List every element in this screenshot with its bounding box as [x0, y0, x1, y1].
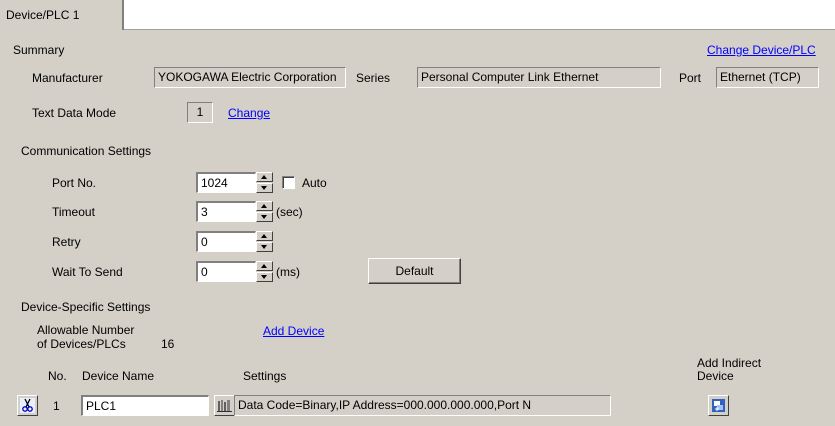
port-no-spinner[interactable]: [256, 172, 273, 193]
communication-settings-heading: Communication Settings: [21, 144, 152, 158]
change-link[interactable]: Change: [228, 106, 270, 120]
allowable-number-value: 16: [161, 337, 175, 351]
spinner-down-icon[interactable]: [256, 272, 273, 282]
delete-device-button[interactable]: [17, 395, 38, 416]
allowable-number-label-line2: of Devices/PLCs: [37, 337, 126, 351]
settings-panel: Summary Change Device/PLC Manufacturer Y…: [0, 30, 835, 426]
timeout-label: Timeout: [52, 205, 95, 219]
spinner-up-icon[interactable]: [256, 261, 273, 271]
manufacturer-label: Manufacturer: [32, 71, 103, 85]
spinner-up-icon[interactable]: [256, 231, 273, 241]
manufacturer-field: YOKOGAWA Electric Corporation: [154, 67, 346, 88]
device-specific-heading: Device-Specific Settings: [21, 300, 151, 314]
auto-label: Auto: [302, 176, 327, 190]
timeout-unit: (sec): [276, 205, 303, 219]
tab-device-plc-1[interactable]: Device/PLC 1: [0, 0, 124, 30]
default-button[interactable]: Default: [368, 258, 461, 284]
port-no-label: Port No.: [52, 176, 97, 190]
add-device-link[interactable]: Add Device: [263, 324, 324, 338]
device-name-input[interactable]: PLC1: [81, 395, 209, 416]
settings-button[interactable]: [214, 395, 235, 416]
wait-to-send-unit: (ms): [276, 265, 300, 279]
column-device-name: Device Name: [82, 369, 155, 383]
column-settings: Settings: [243, 369, 287, 383]
add-indirect-label-line1: Add Indirect: [697, 356, 762, 370]
row-no: 1: [53, 399, 60, 413]
spinner-down-icon[interactable]: [256, 242, 273, 252]
port-field: Ethernet (TCP): [716, 67, 819, 88]
wait-to-send-label: Wait To Send: [52, 265, 123, 279]
spinner-up-icon[interactable]: [256, 201, 273, 211]
retry-spinner[interactable]: [256, 231, 273, 252]
retry-input[interactable]: 0: [196, 231, 256, 252]
series-label: Series: [356, 71, 391, 85]
retry-label: Retry: [52, 235, 81, 249]
change-device-link[interactable]: Change Device/PLC: [707, 43, 816, 57]
allowable-number-label-line1: Allowable Number: [37, 323, 135, 337]
text-data-mode-label: Text Data Mode: [32, 106, 117, 120]
add-indirect-device-icon: [712, 399, 725, 412]
scissors-icon: [20, 398, 35, 413]
timeout-spinner[interactable]: [256, 201, 273, 222]
text-data-mode-field: 1: [187, 102, 213, 123]
timeout-input[interactable]: 3: [196, 201, 256, 222]
add-indirect-device-button[interactable]: [708, 395, 729, 416]
column-no: No.: [48, 369, 67, 383]
auto-checkbox[interactable]: [282, 176, 295, 189]
spinner-down-icon[interactable]: [256, 212, 273, 222]
series-field: Personal Computer Link Ethernet: [417, 67, 661, 88]
spinner-up-icon[interactable]: [256, 172, 273, 182]
port-label: Port: [679, 71, 702, 85]
add-indirect-label-line2: Device: [697, 369, 734, 383]
port-no-input[interactable]: 1024: [196, 172, 256, 193]
tab-bar: Device/PLC 1: [0, 0, 835, 30]
tab-label: Device/PLC 1: [6, 8, 80, 22]
spinner-down-icon[interactable]: [256, 183, 273, 193]
wait-to-send-input[interactable]: 0: [196, 261, 256, 282]
wait-to-send-spinner[interactable]: [256, 261, 273, 282]
settings-field: Data Code=Binary,IP Address=000.000.000.…: [234, 395, 611, 416]
summary-heading: Summary: [13, 43, 65, 57]
device-settings-icon: [217, 400, 232, 412]
